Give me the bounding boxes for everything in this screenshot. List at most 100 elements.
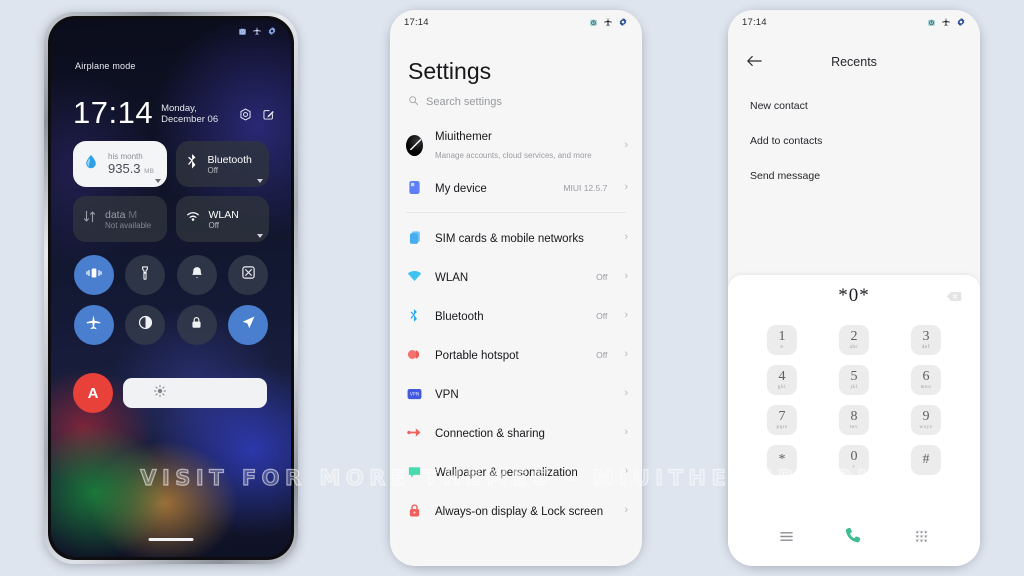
dialed-number[interactable]: *0* [838, 285, 870, 307]
settings-row-vpn-label: VPN [435, 385, 612, 403]
row-title: Portable hotspot [435, 349, 519, 362]
dialer-bottom-bar [728, 525, 980, 552]
toggle-auto-brightness[interactable]: A [73, 373, 113, 413]
avatar [406, 134, 423, 156]
settings-row-my-device[interactable]: My device MIUI 12.5.7 › [390, 168, 642, 207]
chevron-right-icon: › [624, 348, 628, 360]
wallpaper-icon [406, 463, 423, 480]
chevron-right-icon: › [624, 309, 628, 321]
key-8[interactable]: 8 tuv [839, 405, 869, 435]
status-time: 17:14 [404, 16, 429, 28]
key-7-letters: pqrs [776, 425, 788, 430]
tile-bluetooth[interactable]: Bluetooth Off [175, 141, 269, 187]
key-star[interactable]: * [767, 445, 797, 475]
menu-item-new-contact[interactable]: New contact [728, 88, 980, 123]
row-title: My device [435, 182, 487, 195]
backspace-icon[interactable] [946, 289, 962, 307]
menu-item-add-to-contacts[interactable]: Add to contacts [728, 123, 980, 158]
menu-item-send-message[interactable]: Send message [728, 158, 980, 193]
settings-row-connection-sharing[interactable]: Connection & sharing › [390, 413, 642, 452]
tile-mobile-data[interactable]: data M Not available [73, 196, 167, 242]
settings-row-portable-hotspot[interactable]: Portable hotspot Off › [390, 335, 642, 374]
settings-row-portable-hotspot-label: Portable hotspot [435, 346, 584, 364]
tile-wlan-text: WLAN Off [209, 209, 239, 230]
settings-row-sim-cards[interactable]: SIM cards & mobile networks › [390, 218, 642, 257]
brightness-sun-icon [153, 384, 167, 403]
toggle-location[interactable] [228, 305, 269, 345]
tile-wlan[interactable]: WLAN Off [175, 196, 269, 242]
airplane-mode-label: Airplane mode [75, 61, 136, 71]
key-4[interactable]: 4 ghi [767, 365, 797, 395]
key-0[interactable]: 0 + [839, 445, 869, 475]
key-1-letters: ∞ [779, 345, 785, 350]
tile-expand-caret-icon[interactable] [154, 179, 161, 183]
quick-settings-big-tiles: his month 935.3 MB Bluetooth Off data M … [73, 141, 269, 242]
settings-row-my-device-label: My device [435, 179, 551, 197]
key-3[interactable]: 3 def [911, 325, 941, 355]
flashlight-icon [137, 265, 153, 286]
tile-expand-caret-icon[interactable] [257, 234, 263, 238]
key-0-letters: + [852, 465, 856, 470]
key-6[interactable]: 6 mno [911, 365, 941, 395]
key-7[interactable]: 7 pqrs [767, 405, 797, 435]
row-title: SIM cards & mobile networks [435, 232, 584, 245]
data-arrows-icon [82, 209, 97, 229]
key-1[interactable]: 1 ∞ [767, 325, 797, 355]
key-9[interactable]: 9 wxyz [911, 405, 941, 435]
brightness-slider[interactable] [123, 378, 267, 408]
toggle-dark-mode[interactable] [125, 305, 166, 345]
edit-icon[interactable] [262, 108, 275, 126]
letter-a-icon: A [87, 384, 99, 402]
key-5[interactable]: 5 jkl [839, 365, 869, 395]
camera-shutter-icon[interactable] [239, 108, 252, 126]
search-icon [408, 95, 419, 109]
phone-call-icon[interactable] [843, 525, 865, 552]
bluetooth-icon [185, 153, 200, 175]
keypad-grid-icon[interactable] [914, 529, 929, 549]
row-subtitle: Manage accounts, cloud services, and mor… [435, 151, 592, 160]
toggle-screenshot[interactable] [228, 255, 269, 295]
key-2[interactable]: 2 abc [839, 325, 869, 355]
settings-row-bluetooth[interactable]: Bluetooth Off › [390, 296, 642, 335]
tile-data-usage[interactable]: his month 935.3 MB [73, 141, 167, 187]
toggle-airplane[interactable] [73, 305, 114, 345]
toggle-ringtone[interactable] [176, 255, 217, 295]
toggle-lock[interactable] [176, 305, 217, 345]
status-icons [589, 17, 628, 27]
chevron-right-icon: › [624, 465, 628, 477]
toggle-vibrate[interactable] [73, 255, 114, 295]
toggle-flashlight[interactable] [125, 255, 166, 295]
key-hash[interactable]: # [911, 445, 941, 475]
vibrate-icon [85, 264, 103, 287]
settings-row-wlan[interactable]: WLAN Off › [390, 257, 642, 296]
phone-bezel: 17:14 Settings Search settings Miuitheme… [390, 10, 642, 566]
phone-bezel: Airplane mode 17:14 Monday, December 06 … [48, 16, 294, 560]
chevron-right-icon: › [624, 181, 628, 193]
wifi-icon [185, 210, 201, 229]
arrow-left-icon[interactable] [746, 55, 768, 70]
settings-row-wallpaper-label: Wallpaper & personalization [435, 463, 612, 481]
settings-row-vpn[interactable]: VPN VPN › [390, 374, 642, 413]
key-8-number: 8 [850, 409, 858, 424]
tile-expand-caret-icon[interactable] [257, 179, 263, 183]
search-input[interactable]: Search settings [408, 95, 624, 109]
tile-bluetooth-sub: Off [207, 165, 219, 175]
menu-lines-icon[interactable] [779, 530, 794, 548]
home-gesture-handle[interactable] [148, 538, 194, 541]
tile-wlan-sub: Off [208, 220, 220, 230]
tile-bluetooth-text: Bluetooth Off [208, 154, 252, 175]
row-title: WLAN [435, 271, 469, 284]
settings-row-sim-cards-label: SIM cards & mobile networks [435, 229, 612, 247]
status-icons [927, 17, 966, 27]
dialpad-sheet: *0* 1 ∞ 2 abc 3 def 4 ghi 5 jkl 6 mno 7 … [728, 275, 980, 566]
row-title: Always-on display & Lock screen [435, 505, 604, 518]
settings-row-wallpaper[interactable]: Wallpaper & personalization › [390, 452, 642, 491]
settings-row-always-on-display[interactable]: Always-on display & Lock screen › [390, 491, 642, 530]
row-value: Off [596, 349, 608, 360]
dialer-status-bar: 17:14 [728, 10, 980, 34]
status-icons [238, 26, 277, 36]
chevron-right-icon: › [624, 387, 628, 399]
settings-row-account[interactable]: Miuithemer Manage accounts, cloud servic… [390, 122, 642, 168]
key-6-number: 6 [922, 369, 930, 384]
lock-icon [189, 315, 204, 335]
